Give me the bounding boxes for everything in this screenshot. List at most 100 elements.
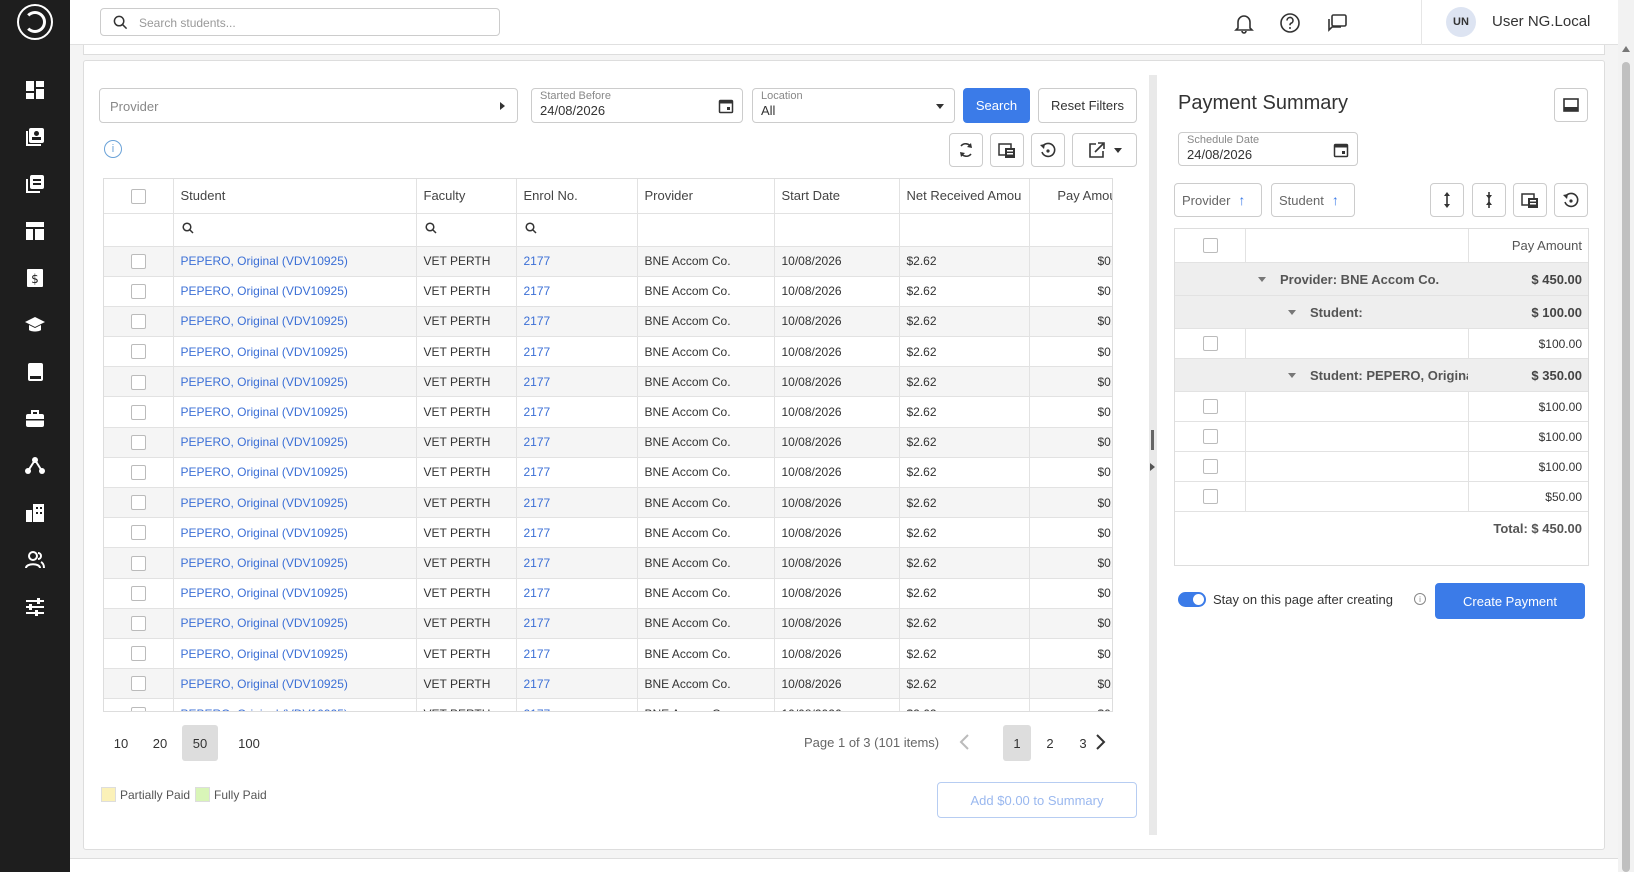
row-checkbox[interactable] <box>130 434 146 450</box>
student-filter-cell[interactable] <box>173 213 417 247</box>
row-checkbox[interactable] <box>130 646 146 662</box>
group-row-provider[interactable]: Provider: BNE Accom Co. $ 450.00 <box>1175 263 1588 296</box>
cell-student[interactable]: PEPERO, Original (VDV10925) <box>173 336 417 368</box>
schedule-date-field[interactable]: Schedule Date 24/08/2026 <box>1178 132 1358 166</box>
enrol-filter-cell[interactable] <box>516 213 638 247</box>
cell-student[interactable]: PEPERO, Original (VDV10925) <box>173 306 417 338</box>
group-row-student-blank[interactable]: Student: $ 100.00 <box>1175 296 1588 329</box>
help-icon[interactable] <box>1279 12 1301 34</box>
column-header-faculty[interactable]: Faculty <box>416 179 517 214</box>
row-checkbox[interactable] <box>1202 489 1218 504</box>
summary-column-chooser-button[interactable] <box>1513 183 1547 217</box>
row-checkbox[interactable] <box>1202 336 1218 351</box>
cell-student[interactable]: PEPERO, Original (VDV10925) <box>173 246 417 277</box>
select-all-checkbox[interactable] <box>130 188 146 204</box>
row-select-cell[interactable] <box>104 276 174 307</box>
table-row[interactable]: PEPERO, Original (VDV10925)VET PERTH2177… <box>104 276 1112 307</box>
user-name[interactable]: User NG.Local <box>1492 13 1590 30</box>
reset-filters-button[interactable]: Reset Filters <box>1038 88 1137 123</box>
info-icon[interactable]: i <box>1414 593 1426 605</box>
row-select-cell[interactable] <box>104 366 174 398</box>
row-select-cell[interactable] <box>104 608 174 639</box>
cell-enrol-no[interactable]: 2177 <box>516 517 638 549</box>
student-search[interactable] <box>100 8 500 36</box>
cell-enrol-no[interactable]: 2177 <box>516 698 638 711</box>
page-size-option[interactable]: 10 <box>103 725 139 761</box>
table-row[interactable]: PEPERO, Original (VDV10925)VET PERTH2177… <box>104 517 1112 549</box>
row-select-cell[interactable] <box>104 487 174 519</box>
collapse-all-button[interactable] <box>1472 183 1506 217</box>
row-checkbox[interactable] <box>1202 399 1218 414</box>
cell-student[interactable]: PEPERO, Original (VDV10925) <box>173 547 417 579</box>
calendar-icon[interactable] <box>718 98 734 114</box>
cell-enrol-no[interactable]: 2177 <box>516 306 638 338</box>
page-scrollbar[interactable] <box>1618 0 1634 872</box>
select-all-header[interactable] <box>104 179 174 214</box>
network-icon[interactable] <box>24 455 46 477</box>
students-icon[interactable] <box>24 126 46 148</box>
row-checkbox[interactable] <box>130 404 146 420</box>
row-select-cell[interactable] <box>104 638 174 670</box>
search-input[interactable] <box>139 13 479 33</box>
page-number[interactable]: 1 <box>1003 725 1031 761</box>
row-checkbox[interactable] <box>130 555 146 571</box>
row-select-cell[interactable] <box>104 396 174 428</box>
sort-by-student-button[interactable]: Student ↑ <box>1271 183 1355 217</box>
row-checkbox[interactable] <box>1202 429 1218 444</box>
page-size-option[interactable]: 20 <box>142 725 178 761</box>
row-checkbox[interactable] <box>130 616 146 631</box>
app-logo-icon[interactable] <box>17 4 53 40</box>
cell-student[interactable]: PEPERO, Original (VDV10925) <box>173 457 417 489</box>
avatar[interactable]: UN <box>1446 7 1476 37</box>
settings-sliders-icon[interactable] <box>24 596 46 618</box>
toggle-panel-button[interactable] <box>1554 88 1588 122</box>
row-select-cell[interactable] <box>104 246 174 277</box>
cell-student[interactable]: PEPERO, Original (VDV10925) <box>173 578 417 609</box>
cell-student[interactable]: PEPERO, Original (VDV10925) <box>173 366 417 398</box>
table-row[interactable]: PEPERO, Original (VDV10925)VET PERTH2177… <box>104 668 1112 700</box>
table-row[interactable]: PEPERO, Original (VDV10925)VET PERTH2177… <box>104 487 1112 519</box>
cell-enrol-no[interactable]: 2177 <box>516 427 638 458</box>
row-checkbox[interactable] <box>130 283 146 299</box>
cell-student[interactable]: PEPERO, Original (VDV10925) <box>173 427 417 458</box>
row-select-cell[interactable] <box>104 517 174 549</box>
column-header-pay-amount[interactable]: Pay Amount <box>1029 179 1112 214</box>
cell-enrol-no[interactable]: 2177 <box>516 608 638 639</box>
cell-student[interactable]: PEPERO, Original (VDV10925) <box>173 698 417 711</box>
cell-enrol-no[interactable]: 2177 <box>516 396 638 428</box>
calendar-icon[interactable] <box>1333 142 1349 158</box>
layout-icon[interactable] <box>24 220 46 242</box>
row-checkbox[interactable] <box>1202 459 1218 474</box>
row-checkbox[interactable] <box>130 253 146 269</box>
row-checkbox[interactable] <box>130 676 146 692</box>
summary-select-all-checkbox[interactable] <box>1202 238 1218 253</box>
cell-student[interactable]: PEPERO, Original (VDV10925) <box>173 638 417 670</box>
column-header-start-date[interactable]: Start Date <box>774 179 900 214</box>
cell-student[interactable]: PEPERO, Original (VDV10925) <box>173 396 417 428</box>
notifications-bell-icon[interactable] <box>1233 12 1255 34</box>
row-checkbox[interactable] <box>130 585 146 601</box>
stay-on-page-toggle[interactable] <box>1178 592 1206 607</box>
column-header-net-received[interactable]: Net Received Amou <box>899 179 1030 214</box>
sort-by-provider-button[interactable]: Provider ↑ <box>1174 183 1262 217</box>
table-row[interactable]: PEPERO, Original (VDV10925)VET PERTH2177… <box>104 608 1112 639</box>
book-icon[interactable] <box>24 361 46 383</box>
row-checkbox[interactable] <box>130 525 146 541</box>
table-row[interactable]: PEPERO, Original (VDV10925)VET PERTH2177… <box>104 336 1112 368</box>
page-number[interactable]: 2 <box>1036 725 1064 761</box>
row-select-cell[interactable] <box>104 457 174 489</box>
export-menu-button[interactable] <box>1072 133 1137 167</box>
row-checkbox[interactable] <box>130 706 146 711</box>
column-header-enrol-no[interactable]: Enrol No. <box>516 179 638 214</box>
cell-enrol-no[interactable]: 2177 <box>516 638 638 670</box>
row-checkbox[interactable] <box>130 344 146 360</box>
row-select-cell[interactable] <box>104 698 174 711</box>
add-to-summary-button[interactable]: Add $0.00 to Summary <box>937 782 1137 818</box>
started-before-field[interactable]: Started Before 24/08/2026 <box>531 88 743 123</box>
page-size-option[interactable]: 50 <box>182 725 218 761</box>
table-row[interactable]: PEPERO, Original (VDV10925)VET PERTH2177… <box>104 578 1112 609</box>
table-row[interactable]: PEPERO, Original (VDV10925)VET PERTH2177… <box>104 427 1112 458</box>
cell-enrol-no[interactable]: 2177 <box>516 366 638 398</box>
table-row[interactable]: PEPERO, Original (VDV10925)VET PERTH2177… <box>104 366 1112 398</box>
table-row[interactable]: PEPERO, Original (VDV10925)VET PERTH2177… <box>104 306 1112 338</box>
